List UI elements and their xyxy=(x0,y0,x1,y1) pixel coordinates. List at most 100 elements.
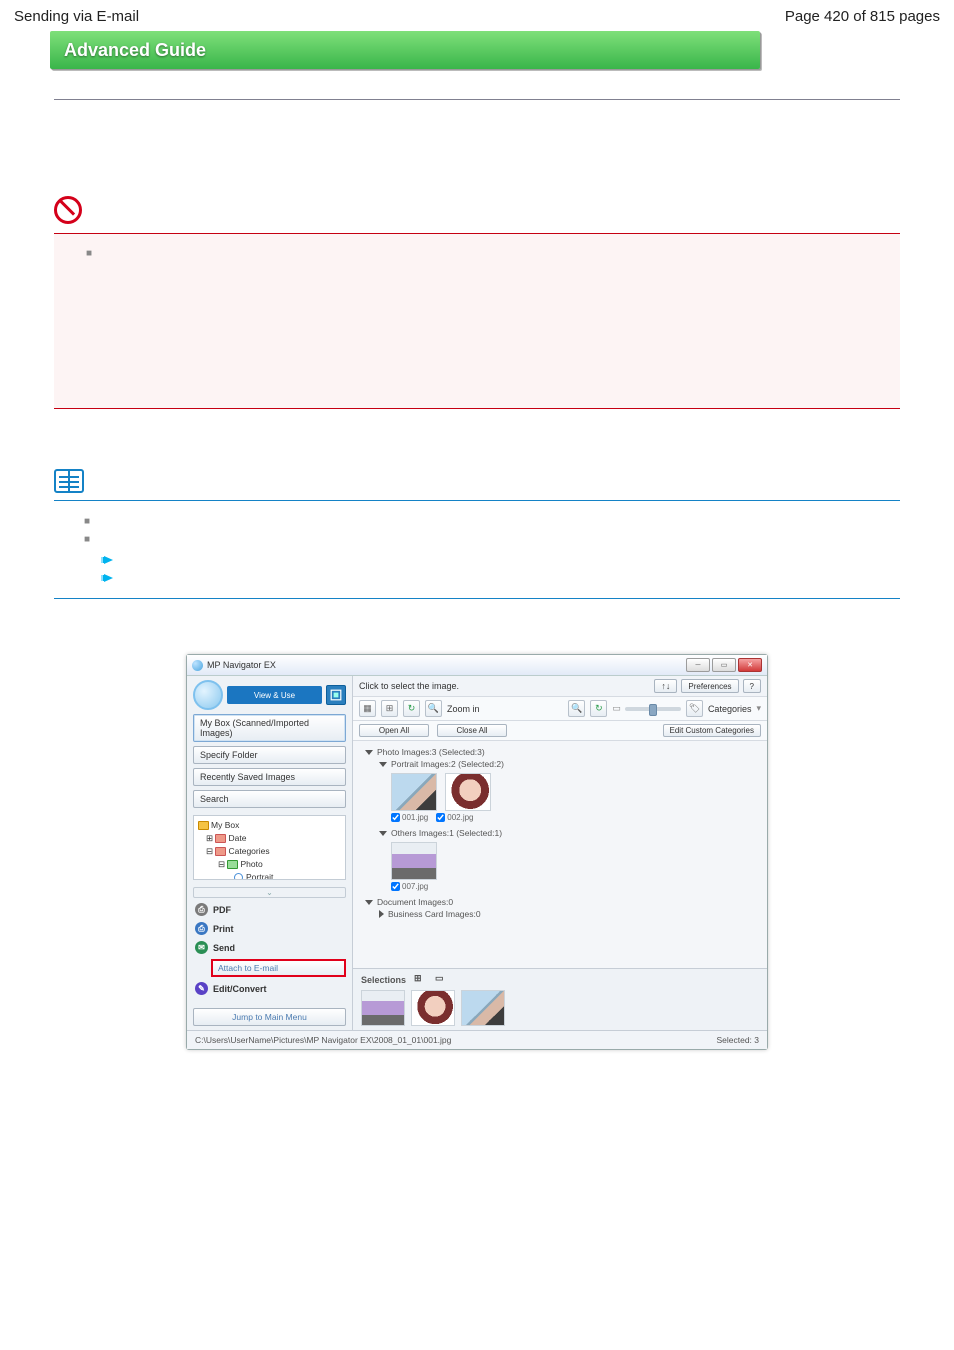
rotate-icon[interactable]: ↻ xyxy=(590,700,607,717)
selections-bar: Selections ⊞ ▭ xyxy=(353,968,767,1030)
app-window: MP Navigator EX ─ ▭ ✕ View & Use xyxy=(186,654,768,1050)
categories-label: Categories xyxy=(708,704,752,714)
folder-icon xyxy=(227,860,238,869)
note-icon xyxy=(54,469,84,493)
view-use-button[interactable]: View & Use xyxy=(227,686,322,704)
category-document[interactable]: Document Images:0 xyxy=(377,897,453,907)
right-pane: Click to select the image. ↑↓ Preference… xyxy=(352,676,767,1030)
zoom-in-icon[interactable]: 🔍 xyxy=(425,700,442,717)
category-business-card[interactable]: Business Card Images:0 xyxy=(388,909,481,919)
filename-001: 001.jpg xyxy=(402,813,428,822)
category-photo[interactable]: Photo Images:3 (Selected:3) xyxy=(377,747,485,757)
help-button[interactable]: ? xyxy=(743,679,761,693)
arrow-icon xyxy=(104,556,113,564)
mybox-button[interactable]: My Box (Scanned/Imported Images) xyxy=(193,714,346,742)
checkbox-001[interactable]: 001.jpg xyxy=(391,813,428,822)
app-icon xyxy=(192,660,203,671)
chevron-down-icon[interactable] xyxy=(379,762,387,767)
preferences-button[interactable]: Preferences xyxy=(681,679,738,693)
status-selected: Selected: 3 xyxy=(716,1035,759,1045)
thumbnail-001[interactable] xyxy=(391,773,437,811)
collapse-chevron[interactable]: ⌄ xyxy=(193,887,346,898)
arrow-icon xyxy=(104,574,113,582)
remove-selection-icon[interactable]: ▭ xyxy=(435,973,448,986)
zoom-slider[interactable]: ▭ xyxy=(612,703,681,714)
open-all-button[interactable]: Open All xyxy=(359,724,429,737)
edit-custom-categories-button[interactable]: Edit Custom Categories xyxy=(663,724,761,737)
chevron-right-icon[interactable] xyxy=(379,910,384,918)
jump-main-menu-button[interactable]: Jump to Main Menu xyxy=(193,1008,346,1026)
task-print[interactable]: ⎙ Print xyxy=(193,919,346,938)
minimize-button[interactable]: ─ xyxy=(686,658,710,672)
sort-icon: ↑↓ xyxy=(661,681,670,691)
zoom-label: Zoom in xyxy=(447,704,480,714)
task-edit[interactable]: ✎ Edit/Convert xyxy=(193,979,346,998)
tree-mybox[interactable]: My Box xyxy=(211,820,239,830)
bullet-icon: ■ xyxy=(84,516,94,527)
instruction-text: Click to select the image. xyxy=(359,681,459,691)
filename-002: 002.jpg xyxy=(447,813,473,822)
important-box: ■ xyxy=(54,233,900,409)
bullet-icon: ■ xyxy=(86,248,96,259)
category-icon: 🏷 xyxy=(686,700,703,717)
important-icon xyxy=(54,196,82,224)
tree-portrait[interactable]: Portrait xyxy=(246,872,273,880)
selection-thumb[interactable] xyxy=(461,990,505,1026)
status-bar: C:\Users\UserName\Pictures\MP Navigator … xyxy=(187,1030,767,1049)
folder-icon xyxy=(215,847,226,856)
page-number: Page 420 of 815 pages xyxy=(785,8,940,25)
task-send[interactable]: ✉ Send xyxy=(193,938,346,957)
attach-to-email-button[interactable]: Attach to E-mail xyxy=(211,959,346,977)
scanner-icon xyxy=(330,689,342,701)
zoom-icon[interactable]: 🔍 xyxy=(568,700,585,717)
folder-tree[interactable]: My Box ⊞ Date ⊟ Categories ⊟ Photo Portr… xyxy=(193,815,346,880)
search-button[interactable]: Search xyxy=(193,790,346,808)
selection-thumb[interactable] xyxy=(411,990,455,1026)
title-bar: MP Navigator EX ─ ▭ ✕ xyxy=(187,655,767,676)
close-all-button[interactable]: Close All xyxy=(437,724,507,737)
category-others[interactable]: Others Images:1 (Selected:1) xyxy=(391,828,502,838)
checkbox-002[interactable]: 002.jpg xyxy=(436,813,473,822)
task-edit-label: Edit/Convert xyxy=(213,984,267,994)
maximize-button[interactable]: ▭ xyxy=(712,658,736,672)
chevron-down-icon[interactable] xyxy=(365,750,373,755)
left-pane: View & Use My Box (Scanned/Imported Imag… xyxy=(187,676,352,1030)
selections-label: Selections xyxy=(361,975,406,985)
page-title: Sending via E-mail xyxy=(14,8,139,25)
recently-saved-button[interactable]: Recently Saved Images xyxy=(193,768,346,786)
sort-button[interactable]: ↑↓ xyxy=(654,679,677,693)
window-title: MP Navigator EX xyxy=(207,660,276,670)
edit-icon: ✎ xyxy=(195,982,208,995)
divider xyxy=(54,99,900,100)
thumbnail-view-icon[interactable]: ▦ xyxy=(359,700,376,717)
tree-photo[interactable]: Photo xyxy=(240,859,262,869)
thumbnail-007[interactable] xyxy=(391,842,437,880)
close-button[interactable]: ✕ xyxy=(738,658,762,672)
task-pdf-label: PDF xyxy=(213,905,231,915)
add-selection-icon[interactable]: ⊞ xyxy=(414,973,427,986)
thumbnail-002[interactable] xyxy=(445,773,491,811)
refresh-icon[interactable]: ↻ xyxy=(403,700,420,717)
tree-date[interactable]: Date xyxy=(228,833,246,843)
magnifier-icon xyxy=(234,873,243,880)
scan-button[interactable] xyxy=(326,685,346,705)
chevron-down-icon[interactable] xyxy=(379,831,387,836)
tree-categories[interactable]: Categories xyxy=(228,846,269,856)
grid-view-icon[interactable]: ⊞ xyxy=(381,700,398,717)
send-icon: ✉ xyxy=(195,941,208,954)
print-icon: ⎙ xyxy=(195,922,208,935)
logo-icon xyxy=(193,680,223,710)
checkbox-007[interactable]: 007.jpg xyxy=(391,882,428,891)
chevron-down-icon[interactable] xyxy=(365,900,373,905)
task-send-label: Send xyxy=(213,943,235,953)
folder-icon xyxy=(198,821,209,830)
task-pdf[interactable]: ⎙PDF xyxy=(193,900,346,919)
banner-title: Advanced Guide xyxy=(64,40,206,61)
section-banner: Advanced Guide xyxy=(50,31,760,69)
task-print-label: Print xyxy=(213,924,234,934)
note-box: ■ ■ xyxy=(54,500,900,599)
specify-folder-button[interactable]: Specify Folder xyxy=(193,746,346,764)
category-portrait[interactable]: Portrait Images:2 (Selected:2) xyxy=(391,759,504,769)
selection-thumb[interactable] xyxy=(361,990,405,1026)
status-path: C:\Users\UserName\Pictures\MP Navigator … xyxy=(195,1035,451,1045)
